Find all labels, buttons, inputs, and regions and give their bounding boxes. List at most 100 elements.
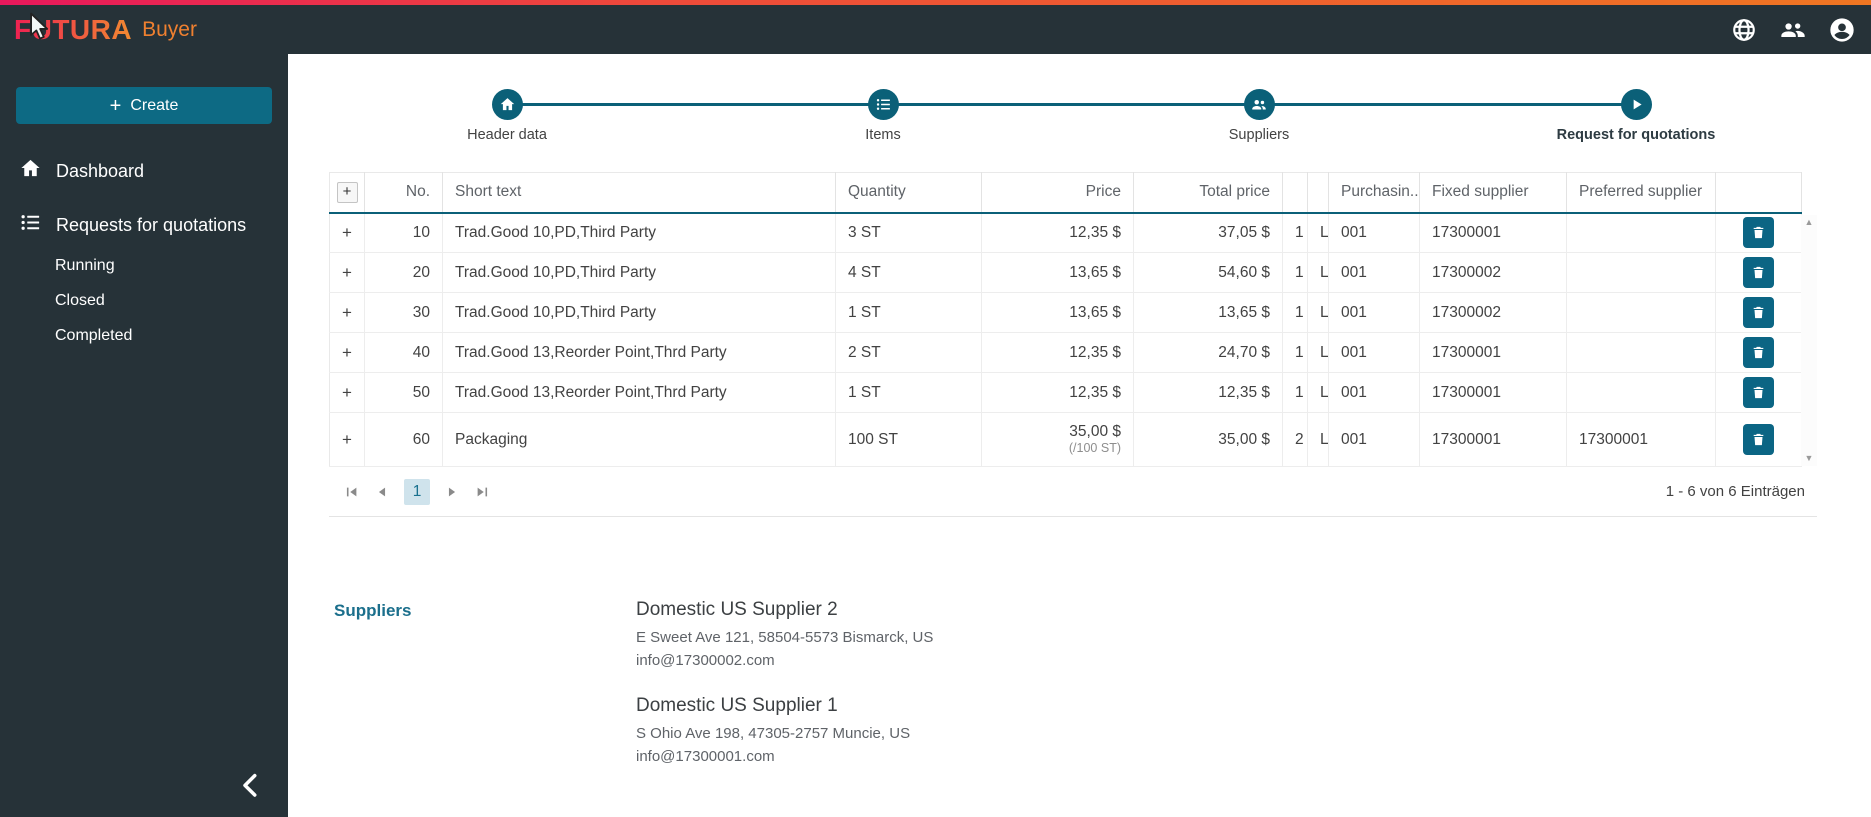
column-header-quantity[interactable]: Quantity [835,172,982,214]
step-suppliers: Suppliers [1149,89,1369,143]
sidebar-item-dashboard[interactable]: Dashboard [0,148,288,194]
scroll-down-icon[interactable]: ▼ [1805,454,1814,463]
sidebar-item-label: Dashboard [56,160,145,181]
table-row[interactable]: +50 Trad.Good 13,Reorder Point,Thrd Party… [329,372,1802,413]
brand-gradient-stripe [0,0,1871,5]
create-button[interactable]: + Create [16,87,272,124]
home-icon[interactable] [491,89,523,120]
delete-row-button[interactable] [1743,257,1774,288]
row-expand-button[interactable]: + [342,263,352,283]
main-content: Header data Items Suppliers Request for quo… [288,54,1871,817]
column-header-total_price[interactable]: Total price [1133,172,1283,214]
prev-icon [378,487,386,496]
sidebar-item-requests-for-quotations[interactable]: Requests for quotations [0,202,288,248]
cell-actions [1715,252,1802,293]
play-icon[interactable] [1620,89,1652,120]
cell-preferred_supplier [1566,212,1716,253]
column-header-c2 [1307,172,1329,214]
cell-short_text: Packaging [442,412,836,467]
supplier-name: Domestic US Supplier 1 [636,694,838,716]
table-row[interactable]: +40 Trad.Good 13,Reorder Point,Thrd Party… [329,332,1802,373]
cell-total_price: 54,60 $ [1133,252,1283,293]
trash-icon [1753,306,1764,319]
delete-row-button[interactable] [1743,297,1774,328]
cell-preferred_supplier [1566,372,1716,413]
wizard-stepper: Header data Items Suppliers Request for quo… [329,89,1817,146]
current-page-button[interactable]: 1 [404,478,430,505]
column-header-purchasing_group[interactable]: Purchasin... [1328,172,1420,214]
cell-actions [1715,212,1802,253]
cell-c2: L [1307,292,1329,333]
trash-icon [1753,433,1764,446]
column-header-price[interactable]: Price [981,172,1134,214]
create-button-label: Create [130,96,179,114]
table-row[interactable]: +20 Trad.Good 10,PD,Third Party 4 ST 13,65 … [329,252,1802,293]
cell-expand: + [329,412,365,467]
cell-expand: + [329,292,365,333]
next-icon [448,487,456,496]
table-row[interactable]: +60 Packaging 100 ST 35,00 $ (/100 ST) 35,00 … [329,412,1802,467]
column-header-fixed_supplier[interactable]: Fixed supplier [1419,172,1567,214]
row-expand-button[interactable]: + [342,383,352,403]
account-icon[interactable] [1827,15,1857,45]
column-header-preferred_supplier[interactable]: Preferred supplier [1566,172,1716,214]
column-header-actions [1715,172,1802,214]
cell-c2: L [1307,372,1329,413]
sidebar-item-running[interactable]: Running [0,248,288,283]
delete-row-button[interactable] [1743,337,1774,368]
column-header-expand: + [329,172,365,214]
cell-no: 50 [364,372,443,413]
supplier-name: Domestic US Supplier 2 [636,599,838,620]
first-page-button[interactable] [337,477,367,507]
cell-expand: + [329,332,365,373]
trash-icon [1753,266,1764,279]
cell-actions [1715,412,1802,467]
sidebar-item-completed[interactable]: Completed [0,318,288,353]
users-icon[interactable] [1778,15,1808,45]
row-expand-button[interactable]: + [342,430,352,450]
people-icon[interactable] [1243,89,1275,120]
vertical-scrollbar[interactable]: ▲ ▼ [1801,215,1817,466]
scroll-up-icon[interactable]: ▲ [1805,218,1814,227]
suppliers-section: Suppliers Domestic US Supplier 2 E Sweet … [334,599,1817,768]
globe-icon[interactable] [1729,15,1759,45]
table-row[interactable]: +30 Trad.Good 10,PD,Third Party 1 ST 13,65 … [329,292,1802,333]
trash-icon [1753,227,1764,239]
sidebar-nav: Dashboard Requests for quotations Runnin… [0,148,288,353]
cell-price: 12,35 $ [981,332,1134,373]
brand-name: FUTURA [14,13,133,45]
top-bar: FUTURA Buyer [0,0,1871,54]
row-expand-button[interactable]: + [342,343,352,363]
delete-row-button[interactable] [1743,424,1774,455]
cell-quantity: 100 ST [835,412,982,467]
table-row[interactable]: +10 Trad.Good 10,PD,Third Party 3 ST 12,35 … [329,212,1802,253]
cell-quantity: 1 ST [835,292,982,333]
cell-c1: 1 [1282,212,1308,253]
cell-short_text: Trad.Good 13,Reorder Point,Thrd Party [442,332,836,373]
previous-page-button[interactable] [367,477,397,507]
table-header-row: + No. Short text Quantity Price Total price Pu… [329,172,1802,214]
delete-row-button[interactable] [1743,217,1774,249]
column-header-no[interactable]: No. [364,172,443,214]
last-page-button[interactable] [467,477,497,507]
list-icon[interactable] [867,89,899,120]
sidebar-item-closed[interactable]: Closed [0,283,288,318]
cell-no: 40 [364,332,443,373]
supplier-card: Domestic US Supplier 1 S Ohio Ave 198, 47… [636,695,933,769]
collapse-sidebar-button[interactable] [236,770,266,803]
row-expand-button[interactable]: + [342,303,352,323]
next-page-button[interactable] [437,477,467,507]
trash-icon [1753,386,1764,399]
cell-short_text: Trad.Good 10,PD,Third Party [442,212,836,253]
cell-price: 12,35 $ [981,372,1134,413]
supplier-email: info@17300001.com [636,747,775,765]
row-expand-button[interactable]: + [342,223,352,243]
list-icon [19,211,42,239]
column-header-short_text[interactable]: Short text [442,172,836,214]
expand-all-button[interactable]: + [336,181,358,203]
cell-actions [1715,292,1802,333]
cell-purchasing_group: 001 [1328,252,1420,293]
cell-short_text: Trad.Good 13,Reorder Point,Thrd Party [442,372,836,413]
delete-row-button[interactable] [1743,377,1774,408]
cell-c2: L [1307,212,1329,253]
